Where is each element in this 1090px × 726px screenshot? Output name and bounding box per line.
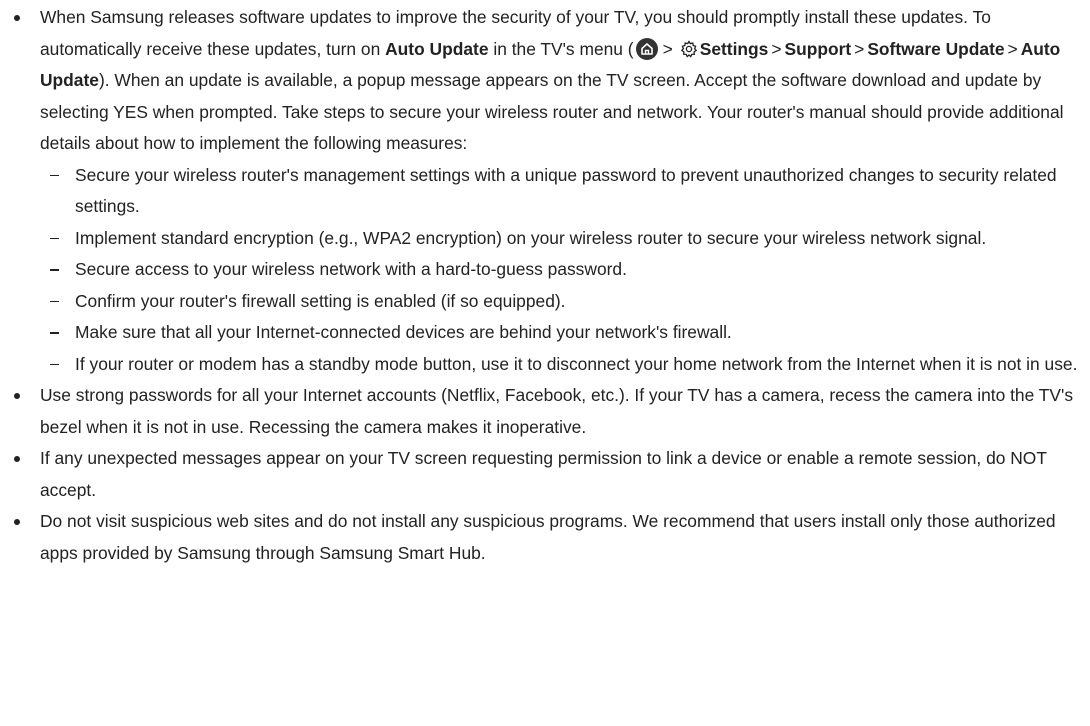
bullet-item-software-updates: When Samsung releases software updates t… [10, 2, 1080, 380]
menu-label-software-update: Software Update [867, 38, 1005, 59]
document-page: When Samsung releases software updates t… [0, 0, 1090, 726]
sub-item-text: Confirm your router's firewall setting i… [75, 290, 566, 311]
bullet-item-unexpected-messages: If any unexpected messages appear on you… [10, 443, 1080, 506]
sub-list-item: If your router or modem has a standby mo… [40, 349, 1080, 381]
sub-list-item: Make sure that all your Internet-connect… [40, 317, 1080, 349]
sub-list: Secure your wireless router's management… [40, 160, 1080, 381]
menu-label-support: Support [784, 38, 852, 59]
sub-list-item: Secure your wireless router's management… [40, 160, 1080, 223]
bullet-text: Use strong passwords for all your Intern… [40, 385, 1074, 437]
settings-gear-icon [680, 37, 698, 58]
menu-separator: > [662, 38, 673, 59]
sub-item-text: Secure access to your wireless network w… [75, 259, 627, 279]
text-segment: ). When an update is available, a popup … [40, 70, 1064, 153]
menu-label-auto-update: Auto Update [385, 38, 489, 59]
bullet-dot [10, 2, 40, 33]
text-segment: in the TV's menu ( [488, 38, 634, 59]
sub-list-item: Confirm your router's firewall setting i… [40, 286, 1080, 318]
sub-item-text: Secure your wireless router's management… [75, 164, 1057, 217]
bullet-dot [10, 506, 40, 537]
sub-list-item: Secure access to your wireless network w… [40, 254, 1080, 286]
dash-mark [50, 223, 70, 254]
bullet-item-strong-passwords: Use strong passwords for all your Intern… [10, 380, 1080, 443]
bullet-text: If any unexpected messages appear on you… [40, 448, 1047, 500]
bullet-text: When Samsung releases software updates t… [40, 7, 1064, 153]
sub-list-item: Implement standard encryption (e.g., WPA… [40, 223, 1080, 255]
menu-separator: > [854, 38, 865, 59]
bullet-dot [10, 380, 40, 411]
dash-mark [50, 286, 70, 317]
sub-item-text: Make sure that all your Internet-connect… [75, 322, 732, 342]
home-icon [635, 37, 658, 60]
dash-mark [50, 317, 70, 348]
sub-item-text: Implement standard encryption (e.g., WPA… [75, 227, 987, 248]
bullet-item-suspicious-sites: Do not visit suspicious web sites and do… [10, 506, 1080, 569]
dash-mark [50, 349, 70, 380]
menu-label-settings: Settings [699, 38, 769, 59]
bullet-text: Do not visit suspicious web sites and do… [40, 511, 1056, 563]
dash-mark [50, 160, 70, 191]
menu-separator: > [1007, 38, 1018, 59]
bullet-dot [10, 443, 40, 474]
dash-mark [50, 254, 70, 285]
menu-separator: > [771, 38, 782, 59]
sub-item-text: If your router or modem has a standby mo… [75, 353, 1078, 374]
